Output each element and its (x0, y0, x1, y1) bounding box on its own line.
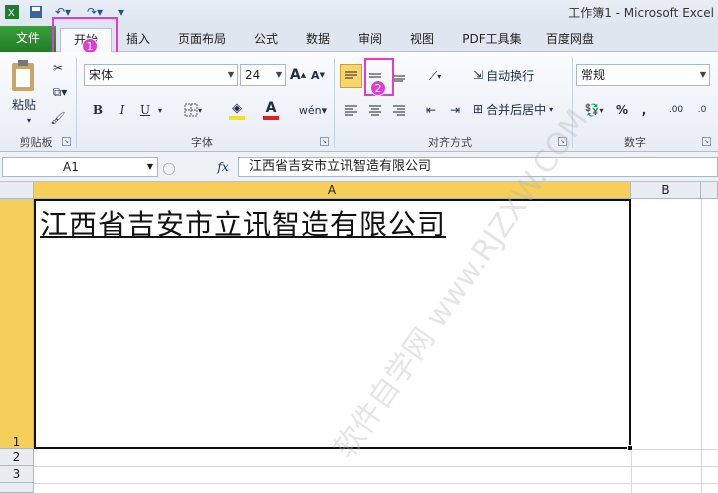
font-group-label: 字体 (191, 136, 213, 149)
comma-style-button[interactable]: , (634, 100, 654, 120)
accounting-format-icon[interactable]: 💱 ▾ (578, 100, 610, 120)
formula-bar-grip-icon[interactable]: ◯ (160, 160, 178, 176)
column-header-c[interactable] (701, 182, 718, 199)
name-box-value: A1 (63, 160, 79, 174)
bold-button[interactable]: B (88, 100, 108, 120)
cell-a1[interactable]: 江西省吉安市立讯智造有限公司 (34, 199, 631, 449)
gridline (631, 449, 632, 493)
save-icon[interactable] (28, 3, 44, 20)
tab-pdf-tools[interactable]: PDF工具集 (454, 28, 530, 52)
chevron-down-icon[interactable]: ▼ (147, 158, 153, 176)
align-top-icon[interactable] (340, 64, 362, 88)
insert-function-button[interactable]: fx (212, 157, 234, 177)
increase-indent-icon[interactable]: ⇥ (444, 100, 466, 120)
font-name-combo[interactable]: 宋体 ▼ (84, 64, 238, 86)
increase-decimal-button[interactable]: .00 (664, 100, 688, 120)
merge-center-icon: ⊞ (473, 102, 484, 116)
column-header-b[interactable]: B (631, 182, 701, 199)
select-all-corner[interactable] (0, 182, 34, 199)
paste-icon[interactable] (6, 56, 40, 96)
font-launcher-icon[interactable]: ↘ (320, 137, 329, 146)
cell-a1-text: 江西省吉安市立讯智造有限公司 (40, 208, 447, 241)
group-separator (572, 58, 573, 148)
row-header-4[interactable] (0, 483, 34, 493)
copy-icon[interactable]: ⧉▾ (46, 82, 74, 102)
name-box[interactable]: A1 ▼ (2, 157, 158, 177)
fill-handle[interactable] (627, 445, 633, 451)
tab-view[interactable]: 视图 (402, 28, 442, 52)
phonetic-guide-icon[interactable]: wén ▾ (296, 98, 330, 122)
chevron-down-icon[interactable]: ▼ (228, 65, 234, 85)
merge-center-button[interactable]: ⊞ 合并后居中 ▾ (470, 98, 568, 120)
gridline (701, 199, 702, 493)
font-size-value: 24 (245, 68, 261, 82)
decrease-decimal-button[interactable]: .0 (690, 100, 714, 120)
group-separator (334, 58, 335, 148)
paste-dropdown-icon[interactable]: ▾ (22, 114, 36, 126)
chevron-down-icon[interactable]: ▼ (276, 65, 282, 85)
font-color-icon[interactable]: A (256, 98, 286, 122)
gridline (34, 466, 718, 467)
tab-baidu-netdisk[interactable]: 百度网盘 (538, 28, 602, 52)
ribbon: 粘贴 ▾ ✂ ⧉▾ 🖌 剪贴板 ↘ 宋体 ▼ 24 ▼ A ▲ A ▼ B I U … (0, 52, 718, 152)
format-painter-icon[interactable]: 🖌 (48, 108, 68, 128)
tab-file[interactable]: 文件 (0, 26, 56, 52)
paste-button[interactable]: 粘贴 (4, 94, 44, 114)
tab-data[interactable]: 数据 (298, 28, 338, 52)
italic-button[interactable]: I (112, 100, 132, 120)
shrink-font-icon: A (311, 68, 320, 82)
number-format-combo[interactable]: 常规 ▼ (576, 64, 710, 86)
alignment-launcher-icon[interactable]: ↘ (558, 137, 567, 146)
orientation-icon[interactable]: ⟋ ▾ (420, 64, 450, 88)
formula-bar: A1 ▼ ◯ fx 江西省吉安市立讯智造有限公司 (0, 152, 718, 182)
merge-center-label: 合并后居中 (486, 102, 547, 117)
alignment-group-label: 对齐方式 (428, 136, 472, 149)
row-header-3[interactable]: 3 (0, 466, 34, 483)
font-size-combo[interactable]: 24 ▼ (240, 64, 286, 86)
grow-font-icon: A (289, 67, 301, 83)
align-center-icon[interactable] (364, 100, 386, 120)
window-title: 工作簿1 - Microsoft Excel (568, 6, 714, 20)
annotation-badge-2: 2 (370, 80, 386, 96)
underline-button[interactable]: U (136, 100, 154, 120)
chevron-down-icon[interactable]: ▼ (700, 65, 706, 85)
underline-dropdown-icon[interactable]: ▾ (154, 100, 166, 120)
excel-logo-icon[interactable]: X (4, 3, 20, 20)
column-header-a[interactable]: A (34, 182, 631, 199)
gridline (34, 483, 718, 484)
wrap-text-button[interactable]: ⇲ 自动换行 (470, 64, 554, 86)
svg-text:X: X (8, 8, 15, 19)
gridline (631, 449, 718, 450)
group-separator (76, 58, 77, 148)
tab-review[interactable]: 审阅 (350, 28, 390, 52)
row-header-1[interactable]: 1 (0, 199, 34, 449)
cut-icon[interactable]: ✂ (48, 58, 68, 78)
number-launcher-icon[interactable]: ↘ (702, 137, 711, 146)
number-group-label: 数字 (624, 136, 646, 149)
align-left-icon[interactable] (340, 100, 362, 120)
wrap-text-label: 自动换行 (486, 68, 535, 83)
font-name-value: 宋体 (89, 68, 114, 82)
percent-style-button[interactable]: % (612, 100, 632, 120)
number-format-value: 常规 (581, 68, 606, 82)
clipboard-launcher-icon[interactable]: ↘ (62, 137, 71, 146)
row-header-2[interactable]: 2 (0, 449, 34, 466)
shrink-font-button[interactable]: A ▼ (310, 66, 326, 84)
fill-color-icon[interactable]: ◈ (222, 98, 252, 122)
phonetic-guide-text: wén (298, 103, 322, 117)
grow-font-button[interactable]: A ▲ (290, 66, 306, 84)
borders-icon[interactable]: ▾ (178, 100, 208, 120)
formula-input[interactable]: 江西省吉安市立讯智造有限公司 (238, 157, 718, 177)
font-color-letter: A (265, 100, 277, 116)
tab-insert[interactable]: 插入 (118, 28, 158, 52)
align-right-icon[interactable] (388, 100, 410, 120)
wrap-text-icon: ⇲ (473, 68, 484, 82)
decrease-indent-icon[interactable]: ⇤ (420, 100, 442, 120)
tab-formulas[interactable]: 公式 (246, 28, 286, 52)
tab-page-layout[interactable]: 页面布局 (170, 28, 234, 52)
